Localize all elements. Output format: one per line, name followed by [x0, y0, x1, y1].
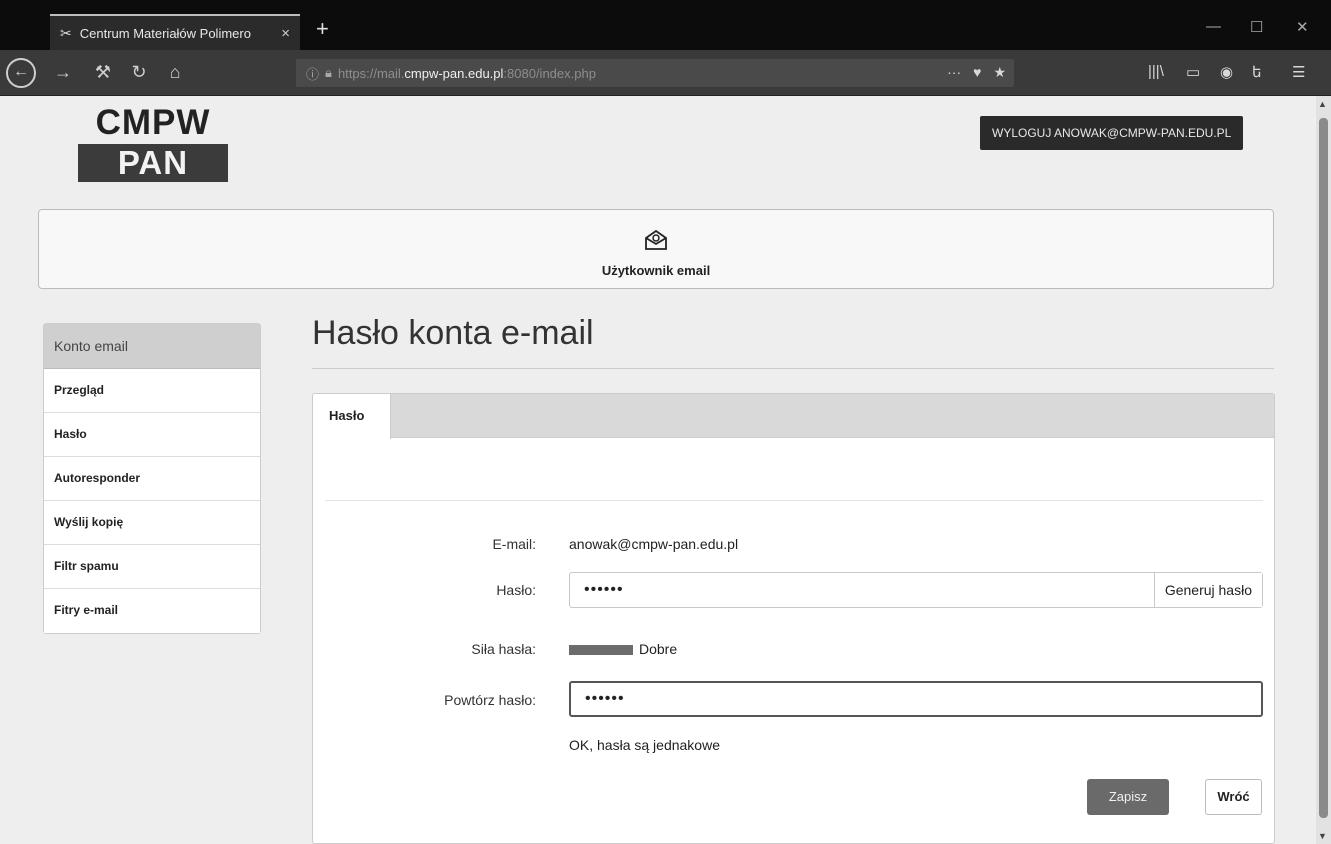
home-icon[interactable]: ⌂ — [162, 60, 188, 84]
menu-icon[interactable]: ☰ — [1292, 63, 1305, 81]
sidebar-icon[interactable]: ▭ — [1186, 63, 1200, 81]
page-viewport: CMPW PAN WYLOGUJ ANOWAK@CMPW-PAN.EDU.PL … — [0, 96, 1316, 844]
account-sidebar: Konto email Przegląd Hasło Autoresponder… — [43, 323, 261, 634]
sidebar-item-overview[interactable]: Przegląd — [44, 369, 260, 413]
email-label: E-mail: — [492, 536, 536, 552]
url-bar[interactable]: ⓘ 🔒︎ https://mail. cmpw-pan.edu.pl:8080/i… — [296, 59, 1014, 87]
new-tab-button[interactable]: + — [316, 14, 329, 44]
forward-icon[interactable]: → — [50, 60, 76, 84]
logout-button[interactable]: WYLOGUJ ANOWAK@CMPW-PAN.EDU.PL — [980, 116, 1244, 150]
module-banner: Użytkownik email — [38, 209, 1274, 289]
repeat-password-label: Powtórz hasło: — [444, 692, 536, 708]
save-button[interactable]: Zapisz — [1087, 779, 1169, 815]
back-button[interactable]: Wróć — [1205, 779, 1262, 815]
generate-password-button[interactable]: Generuj hasło — [1153, 573, 1262, 607]
tab-password[interactable]: Hasło — [313, 394, 391, 439]
password-input-group: Generuj hasło — [569, 572, 1263, 608]
strength-bar — [569, 645, 633, 656]
pocket-icon[interactable]: ♥ — [973, 64, 981, 81]
email-value: anowak@cmpw-pan.edu.pl — [569, 536, 739, 552]
maximize-button[interactable]: ☐ — [1250, 18, 1263, 36]
lock-icon: 🔒︎ — [325, 65, 332, 80]
shield-icon[interactable]: ◉ — [1220, 63, 1233, 81]
library-icon[interactable]: |||\ — [1148, 63, 1164, 80]
sidebar-item-email-filters[interactable]: Fitry e-mail — [44, 589, 260, 633]
page-title: Hasło konta e-mail — [312, 314, 594, 352]
sidebar-item-password[interactable]: Hasło — [44, 413, 260, 457]
browser-tab[interactable]: ✂ Centrum Materiałów Polimero × — [50, 14, 300, 50]
page-scrollbar[interactable]: ▲ ▼ — [1316, 96, 1331, 844]
repeat-password-input[interactable] — [571, 683, 1261, 715]
url-scheme: https://mail. — [337, 65, 405, 81]
cmpw-pan-logo[interactable]: CMPW PAN — [78, 104, 228, 182]
tools-icon: ✂ — [60, 24, 72, 41]
strength-label: Siła hasła: — [471, 641, 536, 657]
scroll-up-icon[interactable]: ▲ — [1318, 99, 1327, 109]
repeat-password-input-group — [569, 681, 1263, 717]
extension-icon[interactable]: ե — [1252, 63, 1262, 81]
close-tab-icon[interactable]: × — [281, 25, 290, 42]
logo-top-text: CMPW — [95, 103, 211, 142]
strength-value: Dobre — [639, 641, 678, 657]
close-window-button[interactable]: ✕ — [1296, 18, 1309, 36]
minimize-button[interactable]: — — [1206, 18, 1221, 35]
info-icon[interactable]: ⓘ — [306, 64, 319, 83]
tab-title: Centrum Materiałów Polimero — [79, 25, 251, 41]
password-label: Hasło: — [496, 582, 536, 598]
bookmark-star-icon[interactable]: ★ — [993, 64, 1006, 81]
page-actions-icon[interactable]: ··· — [947, 64, 961, 81]
sidebar-item-autoresponder[interactable]: Autoresponder — [44, 457, 260, 501]
sidebar-item-send-copy[interactable]: Wyślij kopię — [44, 501, 260, 545]
title-divider — [312, 368, 1274, 369]
password-input[interactable] — [570, 573, 1154, 607]
wrench-icon[interactable]: ⚒ — [90, 60, 116, 84]
browser-titlebar: ✂ Centrum Materiałów Polimero × + — ☐ ✕ — [0, 0, 1331, 50]
sidebar-item-spam-filter[interactable]: Filtr spamu — [44, 545, 260, 589]
back-icon[interactable]: ← — [6, 58, 36, 88]
panel-divider — [325, 500, 1263, 501]
logo-bottom-text: PAN — [78, 144, 228, 182]
password-panel: Hasło E-mail: anowak@cmpw-pan.edu.pl Has… — [312, 393, 1275, 844]
scroll-down-icon[interactable]: ▼ — [1318, 831, 1327, 841]
email-envelope-icon — [644, 228, 668, 257]
url-host: cmpw-pan.edu.pl — [404, 65, 504, 81]
strength-indicator: Dobre — [569, 641, 677, 657]
sidebar-header: Konto email — [44, 324, 260, 369]
reload-icon[interactable]: ↻ — [126, 60, 152, 84]
tab-strip — [313, 394, 1274, 438]
banner-title: Użytkownik email — [601, 263, 711, 278]
url-tools: ··· ♥ ★ — [947, 64, 1006, 81]
browser-navbar: ← → ⚒ ↻ ⌂ ⓘ 🔒︎ https://mail. cmpw-pan.edu… — [0, 50, 1331, 96]
url-path: :8080/index.php — [503, 65, 596, 81]
scroll-thumb[interactable] — [1319, 118, 1328, 818]
password-match-message: OK, hasła są jednakowe — [569, 737, 720, 753]
